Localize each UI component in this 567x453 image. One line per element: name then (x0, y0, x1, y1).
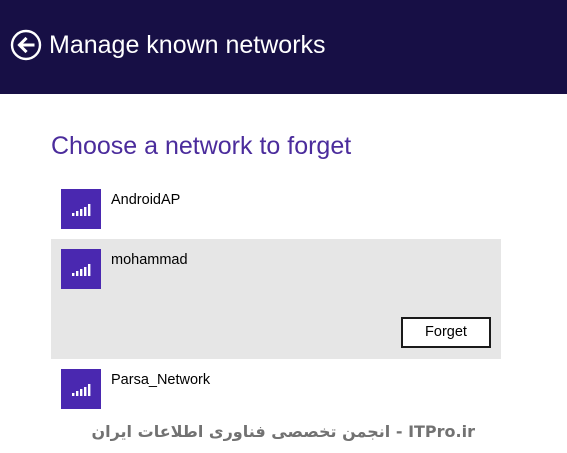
network-name: Parsa_Network (111, 372, 211, 388)
network-item-mohammad[interactable]: mohammad Forget (51, 239, 501, 359)
wifi-signal-icon (72, 264, 91, 276)
network-name: AndroidAP (111, 192, 181, 208)
watermark-text: ITPro.ir - انجمن تخصصی فناوری اطلاعات ای… (91, 422, 475, 441)
wifi-signal-icon (72, 384, 91, 396)
network-item-parsa-network[interactable]: Parsa_Network (51, 362, 501, 414)
network-tile (61, 189, 101, 229)
wifi-signal-icon (72, 204, 91, 216)
forget-button[interactable]: Forget (401, 317, 491, 348)
network-list: AndroidAP mohammad Forget Parsa_Network (0, 0, 567, 453)
network-name: mohammad (111, 252, 188, 268)
network-item-androidap[interactable]: AndroidAP (51, 180, 501, 236)
network-tile (61, 249, 101, 289)
network-tile (61, 369, 101, 409)
